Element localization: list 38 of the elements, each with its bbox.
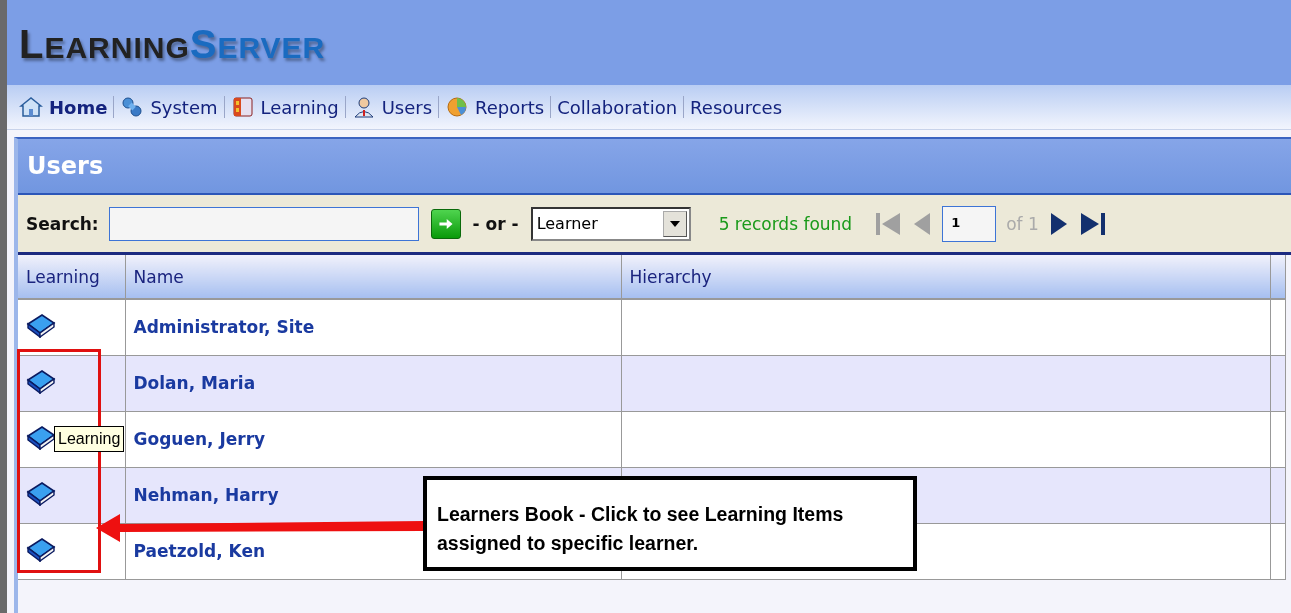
user-name-link[interactable]: Goguen, Jerry bbox=[133, 429, 266, 449]
nav-link[interactable]: Learning bbox=[224, 96, 345, 118]
next-page-icon[interactable] bbox=[1048, 210, 1069, 237]
nav-link[interactable]: Resources bbox=[684, 96, 789, 118]
nav-link[interactable]: Users bbox=[345, 96, 439, 118]
nav-link[interactable]: Home bbox=[13, 96, 114, 118]
records-count: 5 records found bbox=[718, 213, 853, 234]
page-count: of 1 bbox=[1006, 213, 1039, 234]
book-stack-icon bbox=[230, 96, 255, 118]
search-label: Search: bbox=[26, 213, 99, 234]
book-icon[interactable] bbox=[26, 368, 56, 394]
book-icon[interactable] bbox=[26, 536, 56, 562]
nav-link[interactable]: Reports bbox=[439, 96, 551, 118]
book-icon[interactable] bbox=[26, 424, 56, 450]
filter-dropdown[interactable]: Learner bbox=[530, 206, 691, 241]
user-name-link[interactable]: Administrator, Site bbox=[133, 317, 315, 338]
book-icon[interactable] bbox=[26, 312, 56, 339]
panel-title: Users bbox=[27, 152, 104, 180]
nav-link[interactable]: System bbox=[114, 96, 224, 118]
column-header[interactable]: Hierarchy bbox=[621, 255, 1270, 299]
or-label: - or - bbox=[472, 213, 519, 234]
pie-chart-icon bbox=[445, 96, 470, 118]
callout-text: Learners Book - Click to see Learning Items assigned to specific learner. bbox=[423, 476, 917, 571]
last-page-icon[interactable] bbox=[1078, 210, 1107, 237]
search-field[interactable] bbox=[108, 206, 419, 241]
nav-link[interactable]: Collaboration bbox=[551, 96, 684, 118]
column-header[interactable]: Name bbox=[125, 255, 621, 299]
go-button[interactable] bbox=[430, 208, 461, 239]
page-field[interactable]: 1 bbox=[942, 205, 997, 242]
house-icon bbox=[19, 96, 43, 118]
logo: LEARNINGSERVER bbox=[19, 22, 326, 67]
column-header[interactable]: Learning bbox=[18, 255, 125, 299]
caret-icon bbox=[669, 220, 680, 227]
user-name-link[interactable]: Nehman, Harry bbox=[133, 485, 279, 505]
book-icon[interactable] bbox=[26, 480, 56, 506]
tooltip: Learning bbox=[54, 426, 125, 452]
user-name-link[interactable]: Paetzold, Ken bbox=[133, 541, 266, 561]
user-name-link[interactable]: Dolan, Maria bbox=[133, 373, 256, 393]
